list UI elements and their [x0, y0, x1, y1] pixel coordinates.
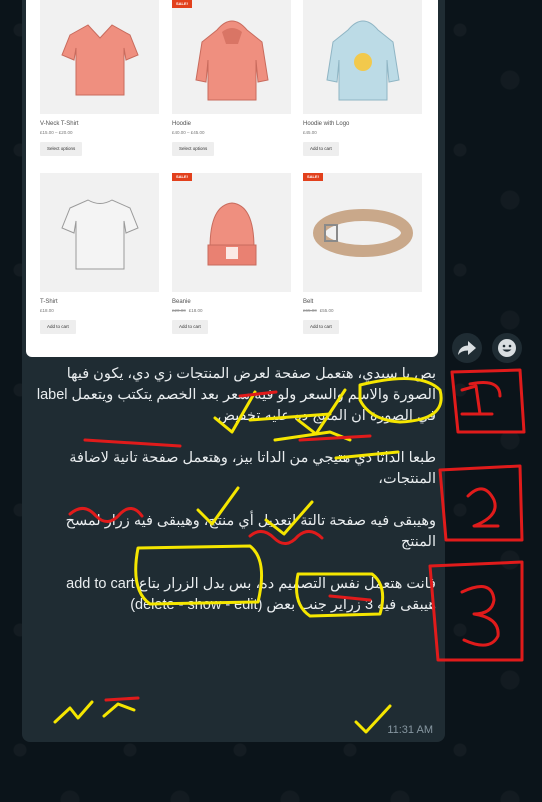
product-price: £20.00 £18.00	[172, 308, 291, 314]
sale-badge: SALE!	[172, 0, 192, 8]
belt-image	[313, 209, 413, 257]
product-image	[40, 0, 159, 114]
product-image: SALE!	[172, 0, 291, 114]
add-to-cart-button[interactable]: Add to cart	[303, 142, 339, 156]
product-card: SALE! Hoodie £40.00 – £45.00 Select opti…	[172, 0, 291, 156]
product-card: V-Neck T-Shirt £15.00 – £20.00 Select op…	[40, 0, 159, 156]
select-options-button[interactable]: Select options	[172, 142, 215, 156]
sale-price: £55.00	[319, 308, 334, 313]
product-name[interactable]: Belt	[303, 298, 422, 306]
message-paragraph: فانت هتعمل نفس التصميم ده، بس بدل الزرار…	[66, 576, 436, 613]
sale-badge: SALE!	[172, 173, 192, 181]
product-card: SALE! Beanie £20.00 £18.00 Add to cart	[172, 173, 291, 334]
hoodie-image	[195, 20, 269, 101]
tshirt-image	[61, 199, 139, 270]
product-card: Hoodie with Logo £45.00 Add to cart	[303, 0, 422, 156]
product-card: SALE! Belt £65.00 £55.00 Add to cart	[303, 173, 422, 334]
product-card: T-Shirt £18.00 Add to cart	[40, 173, 159, 334]
product-name[interactable]: Hoodie	[172, 120, 291, 128]
vneck-tshirt-image	[61, 24, 139, 96]
product-screenshot[interactable]: V-Neck T-Shirt £15.00 – £20.00 Select op…	[26, 0, 438, 357]
add-to-cart-button[interactable]: Add to cart	[303, 320, 339, 334]
product-price: £45.00	[303, 130, 317, 135]
product-name[interactable]: V-Neck T-Shirt	[40, 120, 159, 128]
product-price: £18.00	[40, 308, 54, 313]
sale-price: £18.00	[188, 308, 203, 313]
product-price: £40.00 – £45.00	[172, 130, 205, 135]
product-image	[303, 0, 422, 114]
select-options-button[interactable]: Select options	[40, 142, 83, 156]
product-image	[40, 173, 159, 292]
product-image: SALE!	[172, 173, 291, 292]
product-price: £15.00 – £20.00	[40, 130, 73, 135]
smiley-icon	[498, 339, 516, 357]
forward-button[interactable]	[452, 333, 482, 363]
old-price: £20.00	[172, 308, 186, 313]
add-to-cart-button[interactable]: Add to cart	[172, 320, 208, 334]
emoji-reaction-button[interactable]	[492, 333, 522, 363]
product-name[interactable]: Hoodie with Logo	[303, 120, 422, 128]
add-to-cart-button[interactable]: Add to cart	[40, 320, 76, 334]
product-image: SALE!	[303, 173, 422, 292]
product-price: £65.00 £55.00	[303, 308, 422, 314]
beanie-image	[207, 202, 257, 266]
hoodie-with-logo-image	[326, 20, 400, 101]
product-name[interactable]: T-Shirt	[40, 298, 159, 306]
message-paragraph: وهيبقى فيه صفحة تالتة لتعديل أي منتج، وه…	[65, 513, 436, 550]
message-paragraph: بص يا سيدي، هتعمل صفحة لعرض المنتجات زي …	[36, 366, 436, 424]
sale-badge: SALE!	[303, 173, 323, 181]
product-name[interactable]: Beanie	[172, 298, 291, 306]
message-timestamp: 11:31 AM	[387, 724, 433, 736]
forward-arrow-icon	[458, 341, 476, 355]
message-text: بص يا سيدي، هتعمل صفحة لعرض المنتجات زي …	[36, 364, 436, 616]
message-paragraph: طبعا الداتا دي هتيجي من الداتا بيز، وهتع…	[69, 450, 436, 487]
old-price: £65.00	[303, 308, 317, 313]
